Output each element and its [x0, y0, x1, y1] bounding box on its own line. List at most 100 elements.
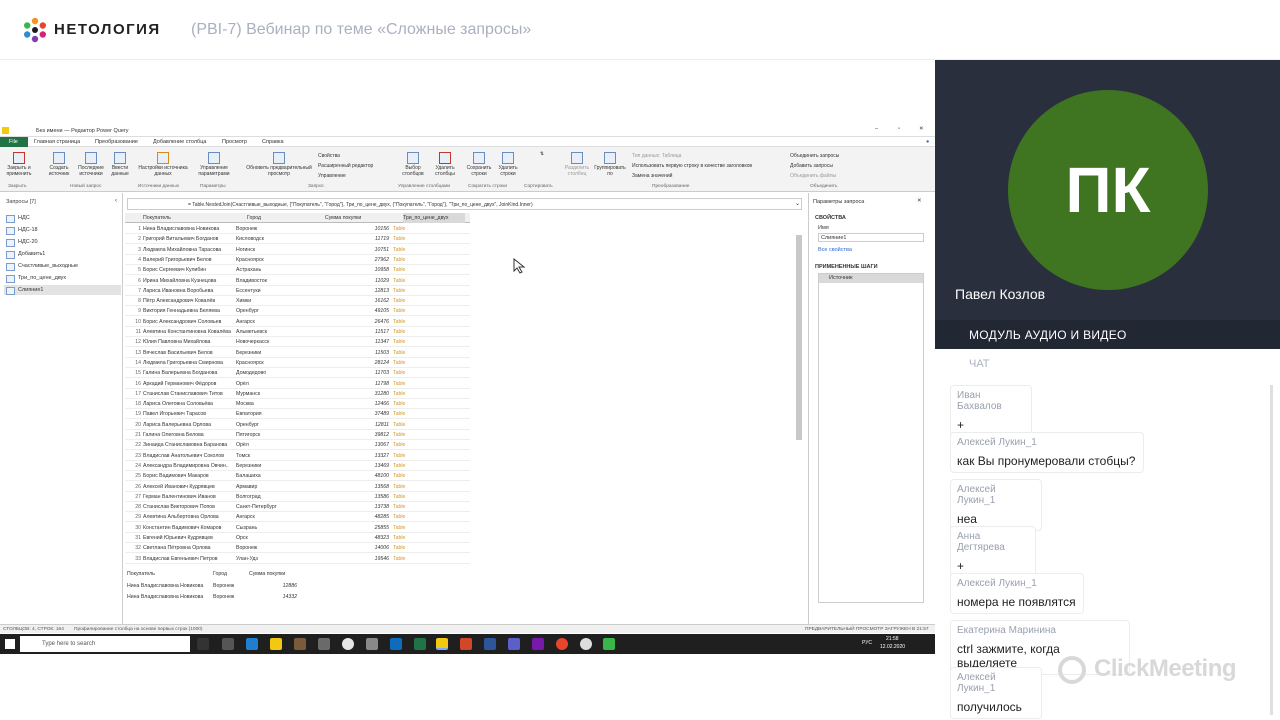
column-header-city[interactable]: Город: [247, 213, 317, 223]
advanced-editor-button[interactable]: Расширенный редактор: [318, 161, 373, 171]
cell-table-link[interactable]: Table: [393, 296, 465, 306]
query-item[interactable]: НДС: [4, 213, 121, 223]
all-properties-link[interactable]: Все свойства: [818, 247, 852, 253]
word-icon[interactable]: [484, 638, 496, 650]
clickmeeting-icon[interactable]: [603, 638, 615, 650]
grid-scrollbar-thumb[interactable]: [796, 235, 802, 440]
powerpoint-icon[interactable]: [460, 638, 472, 650]
yandex-icon[interactable]: [342, 638, 354, 650]
column-header-sum[interactable]: Сумма покупки: [325, 213, 395, 223]
query-item[interactable]: Три_по_цене_двух: [4, 273, 121, 283]
query-item[interactable]: Счастливые_выходные: [4, 261, 121, 271]
onenote-icon[interactable]: [532, 638, 544, 650]
outlook-icon[interactable]: [390, 638, 402, 650]
data-type-dropdown[interactable]: Тип данных: Таблица: [632, 151, 752, 161]
group-by-button[interactable]: Группировать по: [592, 152, 628, 177]
cell-table-link[interactable]: Table: [393, 368, 465, 378]
windows-start-icon[interactable]: [5, 639, 15, 649]
cell-table-link[interactable]: Table: [393, 255, 465, 265]
app-icon[interactable]: [294, 638, 306, 650]
table-row[interactable]: 14 Людмила Григорьевна Смирнова Красноярск…: [125, 358, 470, 368]
merge-queries-button[interactable]: Объединить запросы: [790, 151, 839, 161]
table-row[interactable]: 32 Светлана Пётровна Орлова Воронеж 14006 Ta…: [125, 543, 470, 554]
data-source-settings-button[interactable]: Настройки источника данных: [138, 152, 188, 177]
table-row[interactable]: 2 Григорий Витальевич Богданов Кисловодск 1…: [125, 234, 470, 245]
manage-parameters-button[interactable]: Управление параметрами: [192, 152, 236, 177]
audio-video-module-header[interactable]: МОДУЛЬ АУДИО И ВИДЕО: [935, 320, 1280, 349]
cell-table-link[interactable]: Table: [393, 471, 465, 481]
use-first-row-button[interactable]: Использовать первую строку в качестве за…: [632, 161, 752, 171]
cell-table-link[interactable]: Table: [393, 440, 465, 450]
cell-table-link[interactable]: Table: [393, 358, 465, 368]
cell-table-link[interactable]: Table: [393, 492, 465, 502]
cell-table-link[interactable]: Table: [393, 348, 465, 358]
cell-table-link[interactable]: Table: [393, 512, 465, 522]
collapse-icon[interactable]: ‹: [115, 198, 117, 204]
enter-data-button[interactable]: Ввести данные: [106, 152, 134, 177]
table-row[interactable]: 9 Виктория Геннадьевна Беляева Оренбург 491…: [125, 306, 470, 317]
table-row[interactable]: 4 Валерий Григорьевич Белов Красноярск 2796…: [125, 255, 470, 265]
cell-table-link[interactable]: Table: [393, 533, 465, 543]
query-name-input[interactable]: Слияние1: [818, 233, 924, 242]
tab-help[interactable]: Справка: [262, 139, 284, 145]
table-row[interactable]: 30 Константин Вадимович Комаров Сызрань 258…: [125, 523, 470, 533]
cell-table-link[interactable]: Table: [393, 451, 465, 461]
remove-rows-button[interactable]: Удалить строки: [494, 152, 522, 177]
formula-expand-icon[interactable]: ⌄: [795, 200, 800, 207]
tab-transform[interactable]: Преобразование: [95, 139, 138, 145]
table-row[interactable]: 33 Владислав Евгеньевич Петров Улан-Удэ 195…: [125, 554, 470, 564]
cell-table-link[interactable]: Table: [393, 409, 465, 419]
table-row[interactable]: 31 Евгений Юрьевич Кудрявцев Орск 48323 Tabl…: [125, 533, 470, 543]
teams-icon[interactable]: [508, 638, 520, 650]
table-row[interactable]: 26 Алексей Иванович Кудрявцев Армавир 13568…: [125, 482, 470, 492]
close-apply-button[interactable]: Закрыть и применить: [4, 152, 34, 177]
app-icon[interactable]: [366, 638, 378, 650]
table-row[interactable]: 29 Алевтина Альбертовна Орлова Ангарск 4828…: [125, 512, 470, 523]
cell-table-link[interactable]: Table: [393, 482, 465, 492]
table-row[interactable]: 17 Станислав Станиславович Титов Мурманск 3…: [125, 389, 470, 399]
language-indicator[interactable]: РУС: [862, 640, 872, 646]
remove-columns-button[interactable]: Удалить столбцы: [430, 152, 460, 177]
cell-table-link[interactable]: Table: [393, 543, 465, 553]
cell-table-link[interactable]: Table: [393, 224, 465, 234]
table-row[interactable]: 12 Юлия Павловна Михайлова Новочеркасск 113…: [125, 337, 470, 348]
query-item[interactable]: НДС-20: [4, 237, 121, 247]
table-row[interactable]: 28 Станислав Викторович Попов Санкт-Петерб…: [125, 502, 470, 513]
task-view-icon[interactable]: [197, 638, 209, 650]
table-row[interactable]: 7 Лариса Ивановна Воробьева Ессентуки 12813…: [125, 286, 470, 296]
column-header-buyer[interactable]: Покупатель: [143, 213, 233, 223]
table-row[interactable]: 21 Галина Олеговна Белова Пятигорск 39812 Ta…: [125, 430, 470, 440]
table-row[interactable]: 19 Павел Игорьевич Тарасов Евпатория 37489 T…: [125, 409, 470, 420]
table-row[interactable]: 8 Пётр Александрович Ковалёв Химки 16162 Tab…: [125, 296, 470, 307]
append-queries-button[interactable]: Добавить запросы: [790, 161, 839, 171]
query-item[interactable]: Добавить1: [4, 249, 121, 259]
query-item[interactable]: НДС-18: [4, 225, 121, 235]
table-row[interactable]: 10 Борис Александрович Соловьев Ангарск 264…: [125, 317, 470, 327]
combine-files-button[interactable]: Объединить файлы: [790, 171, 839, 181]
tab-file[interactable]: File: [0, 137, 28, 147]
edge-icon[interactable]: [246, 638, 258, 650]
table-row[interactable]: 1 Нина Владиславовна Новикова Воронеж 10156…: [125, 224, 470, 234]
cell-table-link[interactable]: Table: [393, 306, 465, 316]
cell-table-link[interactable]: Table: [393, 265, 465, 275]
grid-scrollbar[interactable]: [795, 225, 803, 565]
cell-table-link[interactable]: Table: [393, 337, 465, 347]
powerbi-taskbar-icon[interactable]: [436, 638, 448, 650]
table-row[interactable]: 13 Вячеслав Васильевич Белов Березники 1150…: [125, 348, 470, 358]
cell-table-link[interactable]: Table: [393, 461, 465, 471]
table-row[interactable]: 18 Лариса Олеговна Соловьёва Москва 12466 Ta…: [125, 399, 470, 410]
table-row[interactable]: 25 Борис Вадимович Макаров Балашиха 48100 Ta…: [125, 471, 470, 482]
cell-table-link[interactable]: Table: [393, 399, 465, 409]
table-row[interactable]: 11 Алевтина Константиновна Ковалёва Альмет…: [125, 327, 470, 337]
cell-table-link[interactable]: Table: [393, 554, 465, 564]
taskbar-search[interactable]: Type here to search: [20, 636, 190, 652]
query-item-selected[interactable]: Слияние1: [4, 285, 121, 295]
keep-rows-button[interactable]: Сохранить строки: [464, 152, 494, 177]
maximize-icon[interactable]: ▫: [898, 126, 900, 132]
cell-table-link[interactable]: Table: [393, 430, 465, 440]
explorer-icon[interactable]: [270, 638, 282, 650]
cell-table-link[interactable]: Table: [393, 286, 465, 296]
table-row[interactable]: 16 Аркадий Германович Фёдоров Орёл 11798 Tab…: [125, 379, 470, 389]
tab-view[interactable]: Просмотр: [222, 139, 247, 145]
recent-sources-button[interactable]: Последние источники: [76, 152, 106, 177]
